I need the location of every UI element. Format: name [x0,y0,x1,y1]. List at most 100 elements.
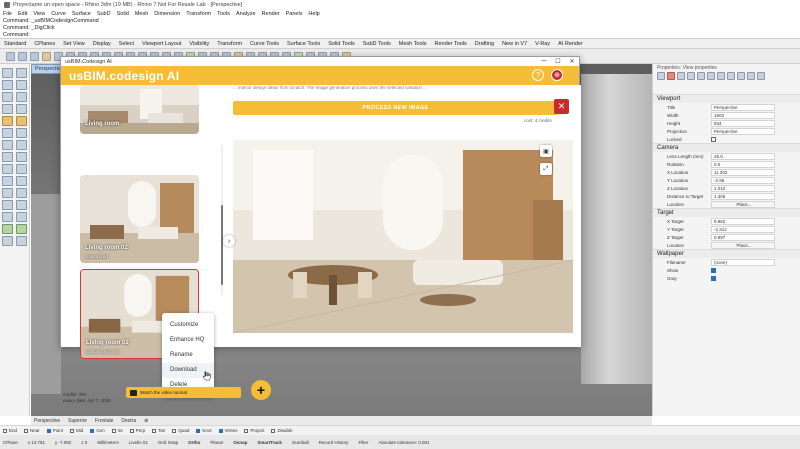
menu-item-customize[interactable]: Customize [162,318,214,333]
menu-file[interactable]: File [3,11,12,17]
menu-subd[interactable]: SubD [97,11,111,17]
menu-analyze[interactable]: Analyze [236,11,256,17]
curve-tool-icon[interactable] [16,80,27,90]
menu-tools[interactable]: Tools [217,11,230,17]
tab-curve-tools[interactable]: Curve Tools [250,41,279,47]
mesh-tool-icon[interactable] [2,140,13,150]
prop-y-location-value[interactable]: -2.96 [711,176,775,184]
osnap-perp[interactable]: Perp [129,428,145,433]
menu-mesh[interactable]: Mesh [135,11,148,17]
gray-checkbox[interactable] [711,275,716,281]
boolean-union-icon[interactable] [2,224,13,234]
close-panel-button[interactable]: ✕ [554,99,569,114]
status-grid-snap[interactable]: Grid Snap [158,440,178,445]
language-button[interactable]: ⊕ [551,69,563,81]
tab-mesh-tools[interactable]: Mesh Tools [399,41,427,47]
explode-tool-icon[interactable] [16,176,27,186]
boolean-difference-icon[interactable] [16,224,27,234]
tab-viewport-layout[interactable]: Viewport Layout [142,41,181,47]
osnap-checkbox[interactable] [129,428,134,433]
status-filter[interactable]: Filter [358,440,368,445]
rotate-tool-icon[interactable] [2,200,13,210]
expand-image-icon[interactable]: ⤢ [540,163,552,175]
point-tool-icon[interactable] [16,68,27,78]
view-props-icon[interactable] [727,72,735,80]
tab-surface-tools[interactable]: Surface Tools [287,41,320,47]
osnap-near[interactable]: Near [24,428,40,433]
osnap-end[interactable]: End [3,428,17,433]
camera-section[interactable]: Camera [653,143,800,152]
gallery-card[interactable]: Living room 02 customized [80,175,199,263]
surface-tool-icon[interactable] [2,116,13,126]
polygon-tool-icon[interactable] [16,104,27,114]
menu-curve[interactable]: Curve [51,11,66,17]
object-props-icon[interactable] [657,72,665,80]
prop-distance-value[interactable]: 1.306 [711,192,775,200]
osnap-int[interactable]: Int [111,428,123,433]
material-props-icon[interactable] [667,72,675,80]
prop-rotation-value[interactable]: 0.0 [711,160,775,168]
tab-select[interactable]: Select [119,41,134,47]
chamfer-tool-icon[interactable] [16,152,27,162]
prop-projection-select[interactable]: Perspective [711,127,775,135]
mirror-tool-icon[interactable] [2,212,13,222]
menu-solid[interactable]: Solid [117,11,129,17]
subd-tool-icon[interactable] [16,140,27,150]
camera-props-icon[interactable] [717,72,725,80]
dimension-tool-icon[interactable] [2,236,13,246]
menu-panels[interactable]: Panels [286,11,303,17]
status-planar[interactable]: Planar [210,440,223,445]
display-props-icon[interactable] [687,72,695,80]
prop-filename-select[interactable]: (none) [711,258,775,266]
show-checkbox[interactable] [711,267,716,273]
tab-standard[interactable]: Standard [4,41,26,47]
osnap-checkbox[interactable] [218,428,223,433]
osnap-checkbox[interactable] [196,428,201,433]
rectangle-tool-icon[interactable] [2,104,13,114]
osnap-checkbox[interactable] [152,428,157,433]
osnap-tan[interactable]: Tan [152,428,165,433]
status-gumball[interactable]: Gumball [292,440,309,445]
tab-visibility[interactable]: Visibility [189,41,209,47]
polyline-tool-icon[interactable] [2,80,13,90]
scale-tool-icon[interactable] [16,200,27,210]
viewtab-perspective[interactable]: Perspective [34,418,60,424]
wallpaper-section[interactable]: Wallpaper [653,249,800,258]
select-tool-icon[interactable] [2,68,13,78]
menu-surface[interactable]: Surface [72,11,91,17]
fillet-tool-icon[interactable] [2,152,13,162]
prop-lens-value[interactable]: 25.0 [711,152,775,160]
menu-item-rename[interactable]: Rename [162,348,214,363]
light-props-icon[interactable] [697,72,705,80]
status-layer[interactable]: Livello 01 [129,440,148,445]
target-place-button[interactable]: Place... [711,241,775,249]
menu-render[interactable]: Render [262,11,280,17]
osnap-point[interactable]: Point [46,428,63,433]
decal-props-icon[interactable] [737,72,745,80]
save-image-icon[interactable]: ▣ [540,145,552,157]
minimize-button[interactable]: — [537,58,551,65]
text-tool-icon[interactable] [16,236,27,246]
video-tutorial-button[interactable]: Watch the video tutorial [126,387,241,398]
circle-tool-icon[interactable] [2,92,13,102]
status-osnap[interactable]: Osnap [233,440,247,445]
trim-tool-icon[interactable] [2,164,13,174]
osnap-checkbox[interactable] [3,428,7,433]
osnap-checkbox[interactable] [244,428,249,433]
viewtab-superior[interactable]: Superior [68,418,87,424]
prop-y-target-value[interactable]: -2.312 [711,225,775,233]
environment-props-icon[interactable] [707,72,715,80]
help-button[interactable]: ? [532,69,544,81]
prop-width-value[interactable]: 1503 [711,111,775,119]
prop-x-location-value[interactable]: 11.202 [711,168,775,176]
tab-solid-tools[interactable]: Solid Tools [328,41,355,47]
box-tool-icon[interactable] [2,128,13,138]
split-tool-icon[interactable] [16,164,27,174]
tab-ai-render[interactable]: AI Render [558,41,583,47]
array-tool-icon[interactable] [16,212,27,222]
osnap-mid[interactable]: Mid [70,428,83,433]
sphere-tool-icon[interactable] [16,128,27,138]
status-record-history[interactable]: Record History [319,440,349,445]
osnap-knot[interactable]: Knot [196,428,212,433]
extrude-tool-icon[interactable] [16,116,27,126]
